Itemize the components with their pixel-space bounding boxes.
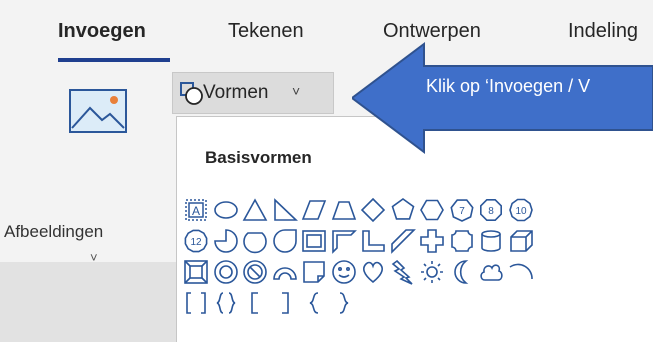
shape-arc-icon[interactable] — [508, 259, 534, 285]
shape-decagon-icon[interactable]: 10 — [508, 197, 534, 223]
shape-diagonal-stripe-icon[interactable] — [390, 228, 416, 254]
pictures-label: Afbeeldingen — [4, 222, 104, 241]
gallery-section-title: Basisvormen — [205, 148, 312, 167]
ribbon-lower-area — [0, 262, 176, 342]
shape-folded-corner-icon[interactable] — [301, 259, 327, 285]
shape-parallelogram-icon[interactable] — [301, 197, 327, 223]
shape-left-bracket-icon[interactable] — [242, 290, 268, 316]
shape-cloud-icon[interactable] — [478, 259, 504, 285]
shape-right-triangle-icon[interactable] — [272, 197, 298, 223]
shape-sun-icon[interactable] — [419, 259, 445, 285]
shape-octagon-icon[interactable]: 8 — [478, 197, 504, 223]
shape-heart-icon[interactable] — [360, 259, 386, 285]
shapes-icon — [180, 82, 203, 105]
shape-pie-icon[interactable] — [213, 228, 239, 254]
shape-dodecagon-icon[interactable]: 12 — [183, 228, 209, 254]
shapes-label: Vormen — [203, 82, 269, 103]
shape-can-icon[interactable] — [478, 228, 504, 254]
shape-frame-icon[interactable] — [301, 228, 327, 254]
svg-text:12: 12 — [190, 237, 202, 248]
shape-right-brace-icon[interactable] — [331, 290, 357, 316]
shape-heptagon-icon[interactable]: 7 — [449, 197, 475, 223]
shape-right-bracket-icon[interactable] — [272, 290, 298, 316]
shape-diamond-icon[interactable] — [360, 197, 386, 223]
svg-text:8: 8 — [488, 206, 494, 217]
shape-trapezoid-icon[interactable] — [331, 197, 357, 223]
shape-l-shape-icon[interactable] — [360, 228, 386, 254]
tab-invoegen[interactable]: Invoegen — [58, 20, 146, 43]
shape-hexagon-icon[interactable] — [419, 197, 445, 223]
active-tab-underline — [58, 58, 170, 62]
shape-moon-icon[interactable] — [449, 259, 475, 285]
svg-text:A: A — [192, 204, 200, 218]
svg-text:10: 10 — [515, 206, 527, 217]
shape-lightning-bolt-icon[interactable] — [390, 259, 416, 285]
shape-donut-icon[interactable] — [213, 259, 239, 285]
shape-plaque-icon[interactable] — [449, 228, 475, 254]
shape-cube-icon[interactable] — [508, 228, 534, 254]
shape-teardrop-icon[interactable] — [272, 228, 298, 254]
callout-text: Klik op ‘Invoegen / V — [426, 76, 591, 96]
shape-bevel-icon[interactable] — [183, 259, 209, 285]
picture-icon — [69, 89, 127, 133]
shape-pentagon-icon[interactable] — [390, 197, 416, 223]
shape-no-symbol-icon[interactable] — [242, 259, 268, 285]
shape-cross-icon[interactable] — [419, 228, 445, 254]
chevron-down-icon: ˅ — [292, 83, 301, 99]
shape-double-brace-icon[interactable] — [213, 290, 239, 316]
pictures-button[interactable]: Afbeeldingen ˅ — [0, 70, 170, 265]
shape-block-arc-icon[interactable] — [272, 259, 298, 285]
shape-triangle-icon[interactable] — [242, 197, 268, 223]
tab-tekenen[interactable]: Tekenen — [228, 20, 304, 43]
shape-double-bracket-icon[interactable] — [183, 290, 209, 316]
shape-left-brace-icon[interactable] — [301, 290, 327, 316]
shape-half-frame-icon[interactable] — [331, 228, 357, 254]
shapes-button[interactable]: Vormen ˅ — [172, 72, 334, 114]
shape-smiley-face-icon[interactable] — [331, 259, 357, 285]
svg-text:7: 7 — [459, 206, 465, 217]
shape-chord-icon[interactable] — [242, 228, 268, 254]
shape-oval-icon[interactable] — [213, 197, 239, 223]
shape-text-box-icon[interactable]: A — [183, 197, 209, 223]
instruction-arrow-callout — [352, 42, 653, 154]
